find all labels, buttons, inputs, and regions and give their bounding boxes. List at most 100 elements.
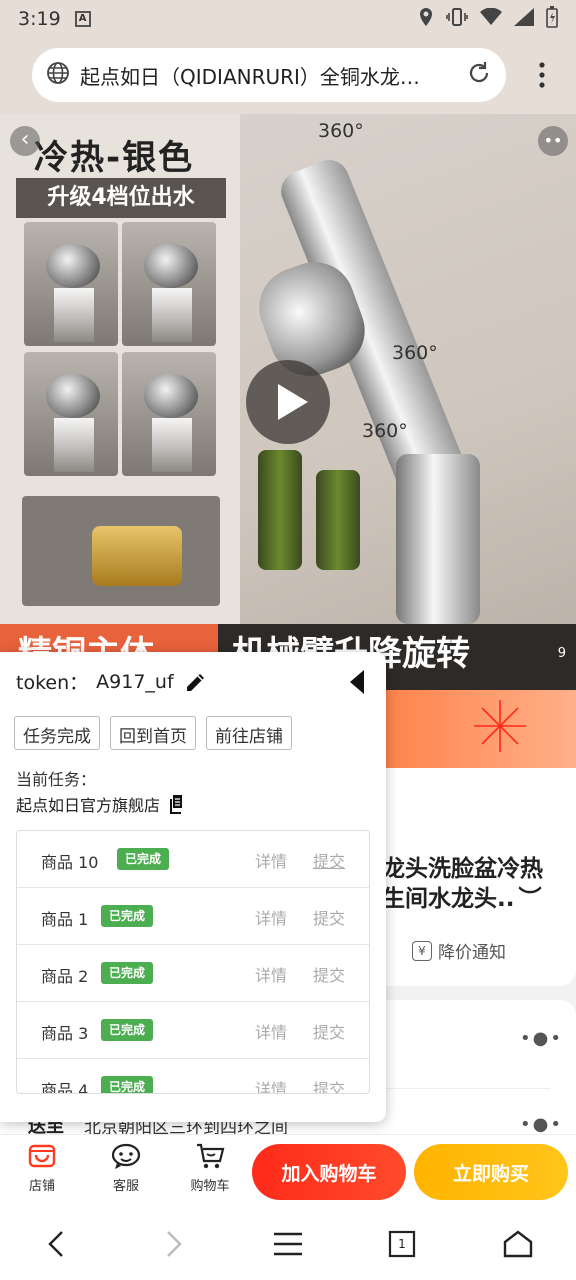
- divider: [386, 1088, 550, 1089]
- store-tab[interactable]: 店铺: [12, 1141, 72, 1194]
- angle-label: 360°: [318, 120, 364, 142]
- task-item-row: 商品 2 已完成 详情 提交: [17, 945, 369, 1002]
- spray-mode-image: [24, 222, 118, 346]
- chevron-down-icon[interactable]: ︶: [518, 886, 541, 912]
- task-item-row: 商品 3 已完成 详情 提交: [17, 1002, 369, 1059]
- yen-bell-icon: ¥: [412, 940, 432, 961]
- video-play-button[interactable]: [246, 360, 330, 444]
- product-title-line1: 龙头洗脸盆冷热: [382, 856, 543, 882]
- task-item-name: 商品 2: [41, 967, 89, 986]
- add-to-cart-button[interactable]: 加入购物车: [252, 1144, 406, 1200]
- globe-icon: [46, 61, 70, 89]
- cart-label: 购物车: [190, 1179, 230, 1194]
- task-item-detail-link[interactable]: 详情: [255, 905, 287, 929]
- status-icons: [418, 5, 558, 33]
- image-counter: 9: [557, 646, 566, 661]
- reload-icon[interactable]: [466, 60, 492, 90]
- product-title-line2: 生间水龙头.. ︶: [382, 886, 542, 912]
- task-item-name: 商品 4: [41, 1081, 89, 1094]
- task-item-name: 商品 10: [41, 853, 99, 872]
- back-home-button[interactable]: 回到首页: [110, 716, 196, 750]
- completed-badge: 已完成: [101, 1019, 154, 1041]
- browser-toolbar: 起点如日（QIDIANRURI）全铜水龙…: [0, 38, 576, 114]
- task-item-detail-link[interactable]: 详情: [255, 848, 287, 872]
- task-item-submit-link[interactable]: 提交: [313, 962, 345, 986]
- signal-icon: [514, 7, 534, 31]
- faucet-body-image: [396, 454, 480, 624]
- hero-left-panel: 冷热-银色 升级4档位出水: [0, 114, 240, 624]
- current-task-shop: 起点如日官方旗舰店: [16, 792, 186, 816]
- token-row: token： A917_uf: [16, 668, 208, 695]
- status-bar: 3:19 A: [0, 0, 576, 38]
- task-item-submit-link[interactable]: 提交: [313, 1076, 345, 1093]
- shopping-cart-icon: [197, 1143, 225, 1169]
- completed-badge: 已完成: [117, 848, 170, 870]
- notification-a-icon: A: [74, 11, 91, 27]
- task-item-submit-link[interactable]: 提交: [313, 1019, 345, 1043]
- task-item-row: 商品 4 已完成 详情 提交: [17, 1059, 369, 1094]
- home-icon[interactable]: [500, 1228, 536, 1260]
- task-item-row: 商品 10 已完成 详情 提交: [17, 831, 369, 888]
- task-complete-button[interactable]: 任务完成: [14, 716, 100, 750]
- product-title[interactable]: 龙头洗脸盆冷热 生间水龙头.. ︶: [382, 854, 562, 914]
- task-overlay-panel: token： A917_uf 任务完成 回到首页 前往店铺 当前任务： 起点如日…: [0, 652, 386, 1122]
- task-item-name: 商品 1: [41, 910, 89, 929]
- go-store-button[interactable]: 前往店铺: [206, 716, 292, 750]
- spray-mode-image: [122, 352, 216, 476]
- menu-icon[interactable]: [270, 1228, 306, 1260]
- chat-face-icon: [111, 1143, 141, 1169]
- wifi-icon: [480, 7, 502, 31]
- buy-now-button[interactable]: 立即购买: [414, 1144, 568, 1200]
- token-value: A917_uf: [96, 670, 174, 693]
- current-task-label: 当前任务：: [16, 770, 97, 789]
- store-icon: [28, 1144, 56, 1168]
- system-nav-bar: 1: [0, 1208, 576, 1280]
- task-item-name: 商品 3: [41, 1024, 89, 1043]
- task-item-submit-link[interactable]: 提交: [313, 905, 345, 929]
- completed-badge: 已完成: [101, 962, 154, 984]
- price-alert-button[interactable]: ¥ 降价通知: [412, 938, 506, 963]
- completed-badge: 已完成: [101, 1076, 154, 1093]
- price-alert-label: 降价通知: [438, 943, 506, 963]
- vibrate-icon: [446, 7, 468, 32]
- hero-subtitle: 升级4档位出水: [16, 178, 226, 218]
- task-item-list[interactable]: 商品 10 已完成 详情 提交 商品 1 已完成 详情 提交 商品 2 已完成 …: [16, 830, 370, 1094]
- brass-body-image: [22, 496, 220, 606]
- forward-icon[interactable]: [156, 1228, 192, 1260]
- customer-service-tab[interactable]: 客服: [96, 1141, 156, 1194]
- panel-button-row: 任务完成 回到首页 前往店铺: [14, 716, 292, 750]
- product-hero-image[interactable]: 冷热-银色 升级4档位出水 360° 360° 360° ‹ •• 精铜主体 机…: [0, 114, 576, 694]
- collapse-triangle-icon[interactable]: [348, 668, 366, 696]
- bottle-image: [316, 470, 360, 570]
- tab-count: 1: [398, 1237, 406, 1251]
- firework-icon: [474, 700, 526, 752]
- task-item-detail-link[interactable]: 详情: [255, 962, 287, 986]
- cart-tab[interactable]: 购物车: [180, 1141, 240, 1194]
- copy-icon[interactable]: [168, 794, 186, 814]
- tabs-button[interactable]: 1: [384, 1228, 420, 1260]
- url-bar[interactable]: 起点如日（QIDIANRURI）全铜水龙…: [32, 48, 506, 102]
- token-label: token：: [16, 672, 89, 694]
- more-dots-icon[interactable]: •●•: [520, 1028, 563, 1049]
- more-dots-icon[interactable]: •●•: [520, 1114, 563, 1135]
- task-item-detail-link[interactable]: 详情: [255, 1019, 287, 1043]
- task-item-row: 商品 1 已完成 详情 提交: [17, 888, 369, 945]
- status-time: 3:19: [18, 8, 61, 30]
- task-item-detail-link[interactable]: 详情: [255, 1076, 287, 1093]
- bottom-action-bar: 店铺 客服 购物车 加入购物车 立即购买: [0, 1134, 576, 1208]
- hero-title: 冷热-银色: [34, 138, 195, 178]
- task-item-submit-link[interactable]: 提交: [313, 848, 345, 872]
- overflow-menu-icon[interactable]: [538, 62, 546, 93]
- completed-badge: 已完成: [101, 905, 154, 927]
- spray-mode-image: [24, 352, 118, 476]
- back-arrow-icon[interactable]: ‹: [10, 126, 40, 156]
- location-icon: [418, 7, 434, 32]
- bottle-image: [258, 450, 302, 570]
- back-icon[interactable]: [38, 1228, 74, 1260]
- url-title: 起点如日（QIDIANRURI）全铜水龙…: [80, 64, 420, 89]
- angle-label: 360°: [362, 420, 408, 442]
- store-label: 店铺: [28, 1179, 55, 1194]
- battery-icon: [546, 5, 558, 33]
- more-dots-icon[interactable]: ••: [538, 126, 568, 156]
- pencil-edit-icon[interactable]: [184, 670, 208, 694]
